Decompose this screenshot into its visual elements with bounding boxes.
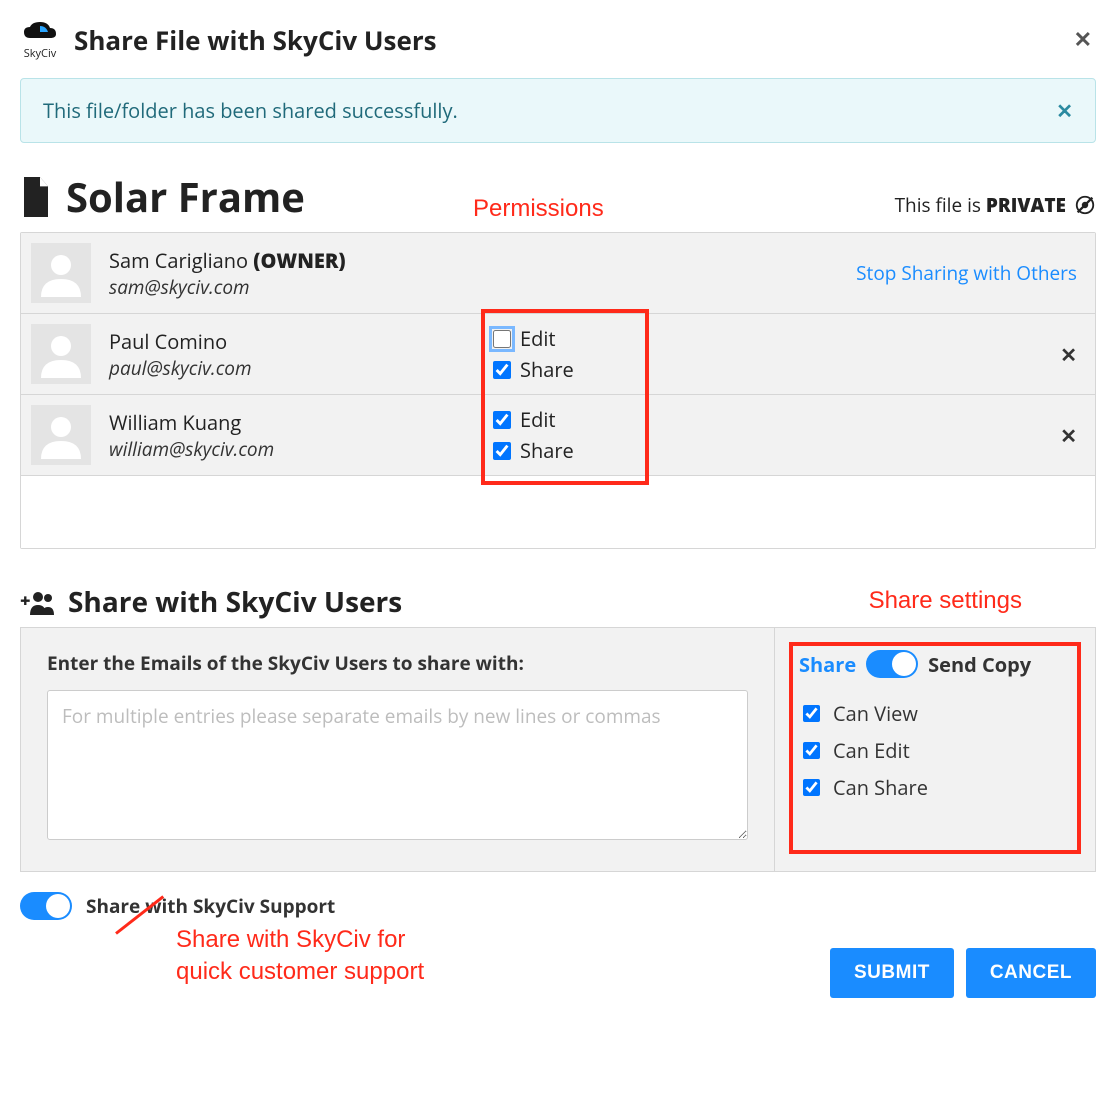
user-name: Sam Carigliano — [109, 247, 248, 274]
add-users-icon: + — [20, 589, 56, 615]
user-row-owner: Sam Carigliano (OWNER) sam@skyciv.com St… — [21, 233, 1095, 314]
user-email: paul@skyciv.com — [109, 355, 469, 381]
perm-edit-label: Edit — [520, 325, 556, 352]
users-list: Sam Carigliano (OWNER) sam@skyciv.com St… — [20, 232, 1096, 549]
svg-text:+: + — [20, 589, 31, 613]
toggle-copy-label: Send Copy — [928, 651, 1031, 678]
user-name: William Kuang — [109, 409, 469, 436]
can-share-checkbox[interactable] — [803, 779, 820, 796]
privacy-status: This file is PRIVATE — [895, 192, 1096, 224]
share-mode-toggle[interactable] — [866, 650, 918, 678]
perm-edit-checkbox[interactable] — [493, 411, 511, 429]
can-edit-label: Can Edit — [833, 737, 910, 764]
perm-share-checkbox[interactable] — [493, 442, 511, 460]
share-section-title: Share with SkyCiv Users — [68, 583, 402, 621]
alert-text: This file/folder has been shared success… — [43, 97, 458, 124]
alert-close-icon[interactable]: ✕ — [1056, 97, 1073, 124]
share-support-toggle[interactable] — [20, 892, 72, 920]
logo-text: SkyCiv — [24, 46, 57, 61]
perm-share-checkbox[interactable] — [493, 361, 511, 379]
success-alert: This file/folder has been shared success… — [20, 78, 1096, 143]
perm-edit-checkbox[interactable] — [493, 330, 511, 348]
perm-share-label: Share — [520, 437, 574, 464]
remove-user-icon[interactable]: ✕ — [1060, 422, 1077, 449]
emails-textarea[interactable] — [47, 690, 748, 840]
stop-sharing-link[interactable]: Stop Sharing with Others — [856, 260, 1077, 286]
user-email: sam@skyciv.com — [109, 274, 469, 300]
share-body: Enter the Emails of the SkyCiv Users to … — [20, 627, 1096, 872]
can-share-label: Can Share — [833, 774, 928, 801]
share-section-header: + Share with SkyCiv Users — [16, 583, 1100, 627]
avatar — [31, 405, 91, 465]
modal-title: Share File with SkyCiv Users — [74, 22, 437, 58]
emails-field-label: Enter the Emails of the SkyCiv Users to … — [47, 650, 748, 676]
can-view-checkbox[interactable] — [803, 705, 820, 722]
close-icon[interactable]: ✕ — [1074, 24, 1092, 54]
share-support-label: Share with SkyCiv Support — [86, 893, 335, 919]
skyciv-logo: SkyCiv — [16, 18, 64, 62]
remove-user-icon[interactable]: ✕ — [1060, 341, 1077, 368]
privacy-prefix: This file is — [895, 192, 986, 218]
file-icon — [20, 177, 52, 217]
eye-off-icon — [1074, 194, 1096, 216]
user-email: william@skyciv.com — [109, 436, 469, 462]
perm-edit-label: Edit — [520, 406, 556, 433]
user-name: Paul Comino — [109, 328, 469, 355]
user-row: William Kuang william@skyciv.com Edit Sh… — [21, 395, 1095, 476]
can-edit-checkbox[interactable] — [803, 742, 820, 759]
modal-header: SkyCiv Share File with SkyCiv Users — [16, 18, 1100, 62]
can-view-label: Can View — [833, 700, 918, 727]
toggle-share-label: Share — [799, 651, 856, 678]
cancel-button[interactable]: CANCEL — [966, 948, 1096, 998]
file-header: Solar Frame This file is PRIVATE — [16, 169, 1100, 232]
user-row: Paul Comino paul@skyciv.com Edit Share ✕ — [21, 314, 1095, 395]
submit-button[interactable]: SUBMIT — [830, 948, 954, 998]
avatar — [31, 324, 91, 384]
share-modal: SkyCiv Share File with SkyCiv Users ✕ Th… — [0, 0, 1116, 1028]
owner-tag: (OWNER) — [253, 247, 345, 274]
avatar — [31, 243, 91, 303]
perm-share-label: Share — [520, 356, 574, 383]
file-title: Solar Frame — [66, 169, 305, 224]
privacy-state: PRIVATE — [986, 192, 1066, 218]
